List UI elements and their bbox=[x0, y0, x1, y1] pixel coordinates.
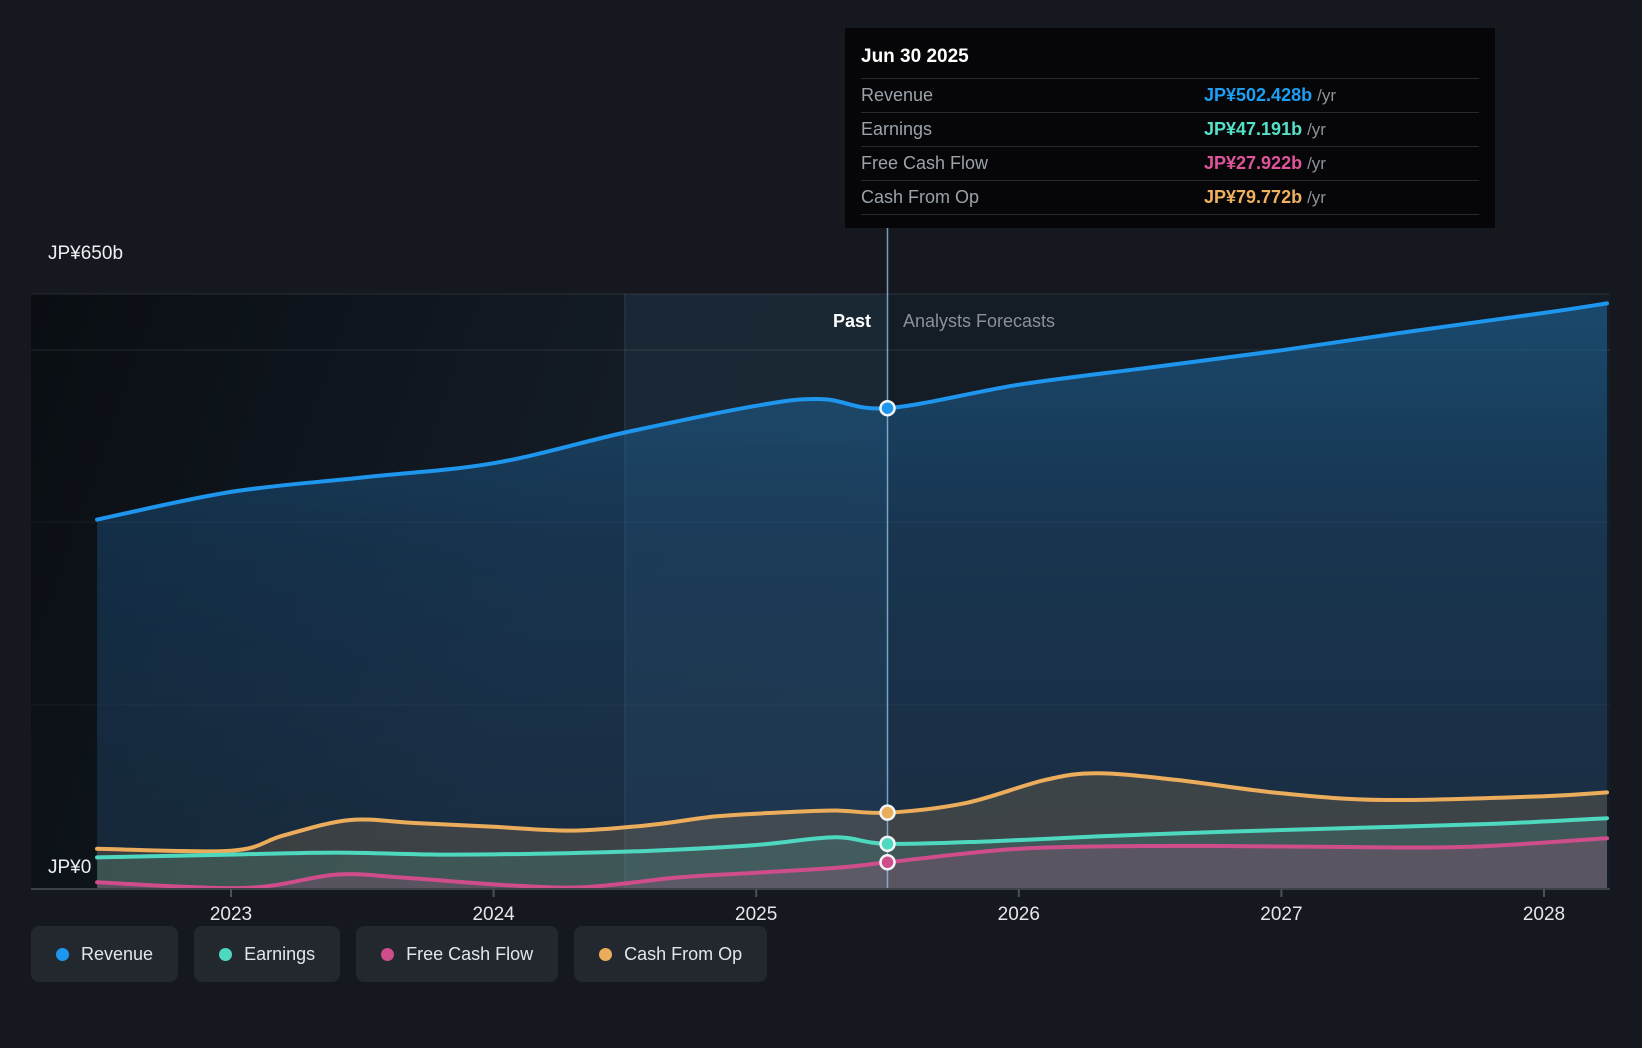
legend-color-dot bbox=[381, 947, 395, 961]
legend-item-earnings[interactable]: Earnings bbox=[194, 926, 341, 982]
tooltip-row-suffix: /yr bbox=[1307, 119, 1326, 139]
tooltip-date: Jun 30 2025 bbox=[861, 38, 1479, 79]
tooltip-row-value: JP¥47.191b bbox=[1204, 119, 1303, 139]
legend-item-cash-from-op[interactable]: Cash From Op bbox=[574, 926, 768, 982]
x-tick-label-2024: 2024 bbox=[472, 904, 515, 925]
legend-item-label: Revenue bbox=[81, 943, 154, 964]
legend-color-dot bbox=[599, 947, 613, 961]
chart-tooltip: Jun 30 2025 Revenue JP¥502.428b /yr Earn… bbox=[845, 28, 1495, 228]
tooltip-row-value: JP¥27.922b bbox=[1204, 153, 1303, 173]
x-tick-label-2023: 2023 bbox=[209, 904, 253, 925]
tooltip-row-label: Cash From Op bbox=[861, 187, 980, 207]
y-axis-max-label: JP¥650b bbox=[48, 243, 124, 264]
legend-item-label: Earnings bbox=[244, 943, 316, 964]
tooltip-row-label: Earnings bbox=[861, 119, 933, 139]
free-cash-flow-divider-marker[interactable] bbox=[879, 854, 896, 871]
legend-color-dot bbox=[56, 947, 69, 961]
legend-item-label: Free Cash Flow bbox=[406, 943, 534, 964]
earnings-divider-marker[interactable] bbox=[879, 835, 896, 853]
tooltip-row-suffix: /yr bbox=[1307, 187, 1326, 207]
chart-legend: Revenue Earnings Free Cash Flow Cash Fro… bbox=[31, 926, 768, 982]
x-tick-label-2027: 2027 bbox=[1260, 904, 1303, 925]
tooltip-row: Earnings JP¥47.191b /yr bbox=[861, 113, 1479, 147]
legend-item-label: Cash From Op bbox=[624, 943, 743, 964]
tooltip-row-suffix: /yr bbox=[1307, 153, 1326, 173]
cash-from-op-divider-marker[interactable] bbox=[879, 804, 896, 821]
tooltip-row: Revenue JP¥502.428b /yr bbox=[861, 79, 1479, 113]
legend-item-free-cash-flow[interactable]: Free Cash Flow bbox=[356, 926, 559, 982]
x-tick-label-2028: 2028 bbox=[1522, 904, 1566, 925]
x-tick-label-2026: 2026 bbox=[997, 904, 1040, 925]
tooltip-row: Free Cash Flow JP¥27.922b /yr bbox=[861, 147, 1479, 181]
tooltip-row-value: JP¥502.428b bbox=[1204, 85, 1313, 105]
tooltip-row: Cash From Op JP¥79.772b /yr bbox=[861, 181, 1479, 215]
legend-item-revenue[interactable]: Revenue bbox=[31, 926, 179, 982]
tooltip-row-label: Revenue bbox=[861, 85, 934, 105]
y-axis-zero-label: JP¥0 bbox=[48, 857, 92, 878]
past-section-label: Past bbox=[832, 311, 871, 331]
revenue-divider-marker[interactable] bbox=[879, 399, 896, 417]
tooltip-row-suffix: /yr bbox=[1317, 85, 1336, 105]
x-tick-label-2025: 2025 bbox=[735, 904, 778, 925]
tooltip-row-value: JP¥79.772b bbox=[1204, 187, 1303, 207]
tooltip-row-label: Free Cash Flow bbox=[861, 153, 989, 173]
legend-color-dot bbox=[219, 947, 233, 961]
earnings-revenue-forecast-chart: JP¥650b JP¥0 Past Analysts Forecasts 202… bbox=[0, 0, 1642, 1048]
forecast-section-label: Analysts Forecasts bbox=[903, 311, 1056, 331]
